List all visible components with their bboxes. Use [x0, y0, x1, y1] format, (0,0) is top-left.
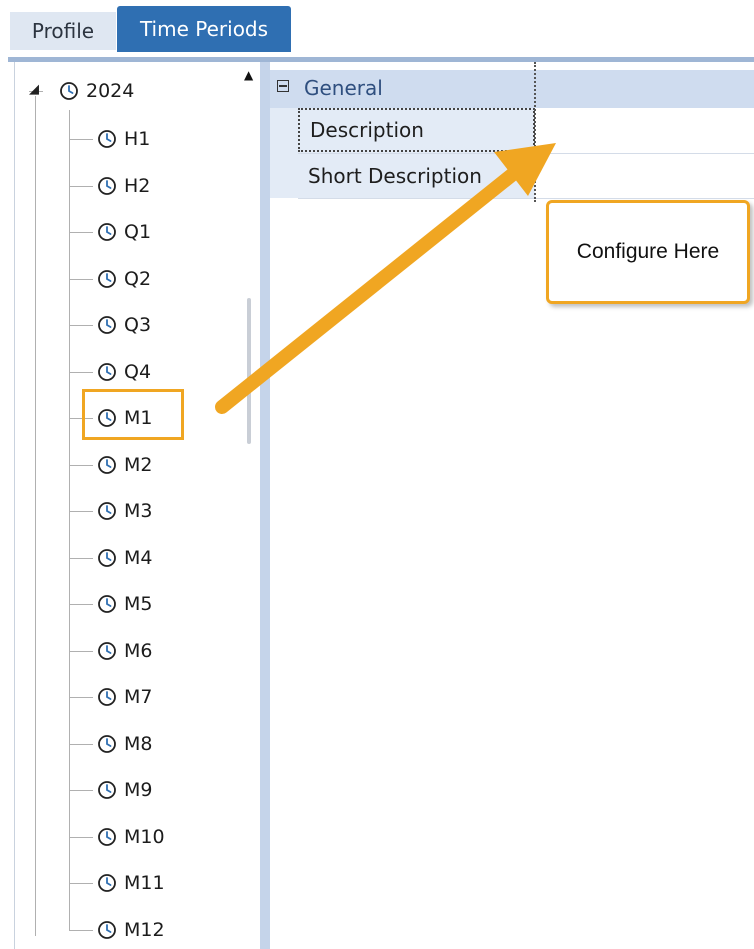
clock-icon	[97, 269, 117, 289]
tree-scrollbar[interactable]: ▲	[236, 62, 260, 949]
property-grid: General Description Short Description	[270, 62, 754, 949]
tree-node-h1[interactable]: H1	[97, 124, 150, 154]
tree-node-label: M10	[124, 825, 165, 848]
clock-icon	[97, 780, 117, 800]
tree-node-label: M12	[124, 918, 165, 941]
tree-node-label: H1	[124, 128, 151, 150]
tree-node-label: M8	[124, 732, 153, 755]
tree-connector-line	[69, 929, 93, 931]
tab-bar: Profile Time Periods	[0, 0, 754, 62]
time-period-tree: ◢ 2024 H1 H2 Q1 Q2 Q3 Q4 M1 M2 M3 M4 M5 M6 M7 M8 M9 M10…	[14, 62, 261, 949]
tree-connector-line	[69, 278, 93, 280]
property-short-description[interactable]: Short Description	[298, 154, 535, 198]
tab-profile[interactable]: Profile	[10, 12, 116, 50]
tree-connector-line	[69, 185, 93, 187]
tree-node-q1[interactable]: Q1	[97, 217, 151, 247]
tree-connector-line	[69, 743, 93, 745]
tree-node-m11[interactable]: M11	[97, 868, 165, 898]
tree-connector-line	[69, 650, 93, 652]
tree-node-label: M7	[124, 686, 153, 708]
selected-node-highlight	[82, 389, 184, 440]
tree-connector-line	[69, 511, 93, 512]
tree-node-label: Q1	[124, 221, 152, 243]
expand-triangle-icon[interactable]: ◢	[29, 82, 39, 97]
configure-here-callout: Configure Here	[546, 200, 750, 304]
tree-connector-line	[69, 371, 93, 373]
tree-node-m8[interactable]: M8	[97, 729, 152, 759]
tree-connector-line	[69, 604, 93, 605]
clock-icon	[97, 827, 117, 847]
clock-icon	[97, 687, 117, 707]
tree-node-q4[interactable]: Q4	[97, 357, 151, 387]
tree-connector-line	[69, 836, 93, 838]
clock-icon	[97, 315, 117, 335]
tree-node-label: M4	[124, 546, 153, 569]
clock-icon	[97, 734, 117, 754]
scroll-thumb[interactable]	[247, 298, 251, 444]
clock-icon	[97, 129, 117, 149]
pane-splitter[interactable]	[260, 62, 270, 949]
clock-icon	[97, 873, 117, 893]
tree-connector-line	[69, 790, 93, 791]
tree-connector-line	[69, 232, 93, 233]
tree-node-label: M5	[124, 593, 153, 615]
tree-node-m6[interactable]: M6	[97, 636, 152, 666]
tree-connector-line	[69, 697, 93, 698]
tree-connector-line	[69, 883, 93, 884]
tree-node-m4[interactable]: M4	[97, 543, 152, 573]
tree-connector-line	[69, 464, 93, 466]
tree-node-q2[interactable]: Q2	[97, 264, 151, 294]
clock-icon	[97, 641, 117, 661]
tree-node-m7[interactable]: M7	[97, 682, 152, 712]
tree-connector-line	[35, 96, 36, 936]
clock-icon	[97, 920, 117, 940]
tree-node-label: M9	[124, 779, 153, 801]
tree-node-m10[interactable]: M10	[97, 822, 165, 852]
tree-node-label: Q2	[124, 267, 152, 290]
scroll-up-icon[interactable]: ▲	[244, 68, 253, 82]
tree-node-q3[interactable]: Q3	[97, 310, 151, 340]
tree-node-m9[interactable]: M9	[97, 775, 152, 805]
tree-node-label: 2024	[86, 80, 135, 102]
tree-node-label: M2	[124, 453, 153, 476]
clock-icon	[97, 501, 117, 521]
tree-node-label: H2	[124, 174, 151, 197]
tree-node-label: M3	[124, 500, 153, 522]
tree-connector-line	[69, 557, 93, 559]
tree-node-h2[interactable]: H2	[97, 171, 150, 201]
tree-node-label: M6	[124, 639, 153, 662]
tab-time-periods[interactable]: Time Periods	[117, 6, 291, 52]
clock-icon	[97, 455, 117, 475]
collapse-icon[interactable]	[277, 80, 289, 92]
clock-icon	[97, 222, 117, 242]
category-label: General	[304, 76, 383, 100]
tree-node-label: M11	[124, 872, 165, 894]
tree-connector-line	[69, 139, 93, 140]
clock-icon	[97, 548, 117, 568]
clock-icon	[59, 81, 79, 101]
clock-icon	[97, 594, 117, 614]
tree-node-label: Q3	[124, 314, 152, 336]
category-row-general[interactable]: General	[270, 70, 754, 108]
tree-node-m12[interactable]: M12	[97, 915, 165, 945]
tree-connector-line	[69, 325, 93, 326]
clock-icon	[97, 176, 117, 196]
column-divider[interactable]	[534, 62, 536, 202]
tree-node-label: Q4	[124, 360, 152, 383]
tree-connector-line	[69, 110, 70, 930]
tree-node-m3[interactable]: M3	[97, 496, 152, 526]
clock-icon	[97, 362, 117, 382]
tree-node-m2[interactable]: M2	[97, 450, 152, 480]
row-divider	[298, 198, 754, 199]
tree-node-m5[interactable]: M5	[97, 589, 152, 619]
property-description[interactable]: Description	[298, 108, 535, 152]
tree-node-root[interactable]: 2024	[59, 76, 134, 106]
